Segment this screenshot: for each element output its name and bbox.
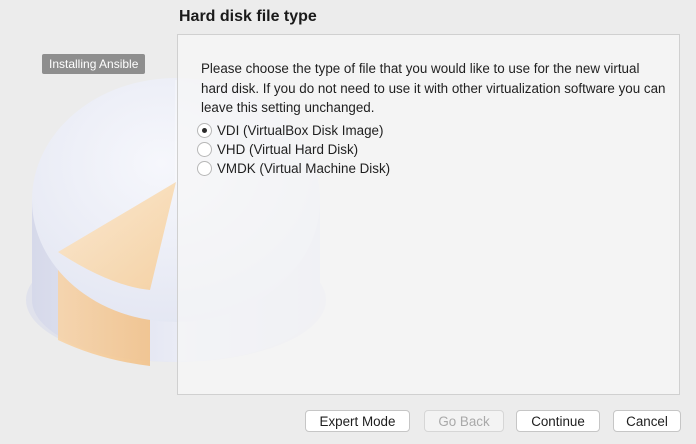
radio-selected-dot bbox=[202, 128, 207, 133]
page-title: Hard disk file type bbox=[179, 8, 317, 25]
continue-button[interactable]: Continue bbox=[516, 410, 600, 432]
go-back-button[interactable]: Go Back bbox=[424, 410, 504, 432]
radio-label-vmdk: VMDK (Virtual Machine Disk) bbox=[217, 161, 391, 176]
cancel-button[interactable]: Cancel bbox=[613, 410, 681, 432]
radio-button-vmdk[interactable] bbox=[197, 161, 212, 176]
radio-button-vhd[interactable] bbox=[197, 142, 212, 157]
radio-option-vmdk[interactable]: VMDK (Virtual Machine Disk) bbox=[197, 159, 390, 178]
expert-mode-button[interactable]: Expert Mode bbox=[305, 410, 410, 432]
content-panel: Please choose the type of file that you … bbox=[177, 34, 680, 395]
disk-type-radio-group: VDI (VirtualBox Disk Image) VHD (Virtual… bbox=[197, 121, 390, 178]
vm-name-badge: Installing Ansible bbox=[42, 54, 146, 74]
radio-label-vhd: VHD (Virtual Hard Disk) bbox=[217, 142, 359, 157]
description-text: Please choose the type of file that you … bbox=[201, 61, 666, 115]
radio-label-vdi: VDI (VirtualBox Disk Image) bbox=[217, 123, 384, 138]
radio-button-vdi[interactable] bbox=[197, 123, 212, 138]
radio-option-vdi[interactable]: VDI (VirtualBox Disk Image) bbox=[197, 121, 390, 140]
radio-option-vhd[interactable]: VHD (Virtual Hard Disk) bbox=[197, 140, 390, 159]
